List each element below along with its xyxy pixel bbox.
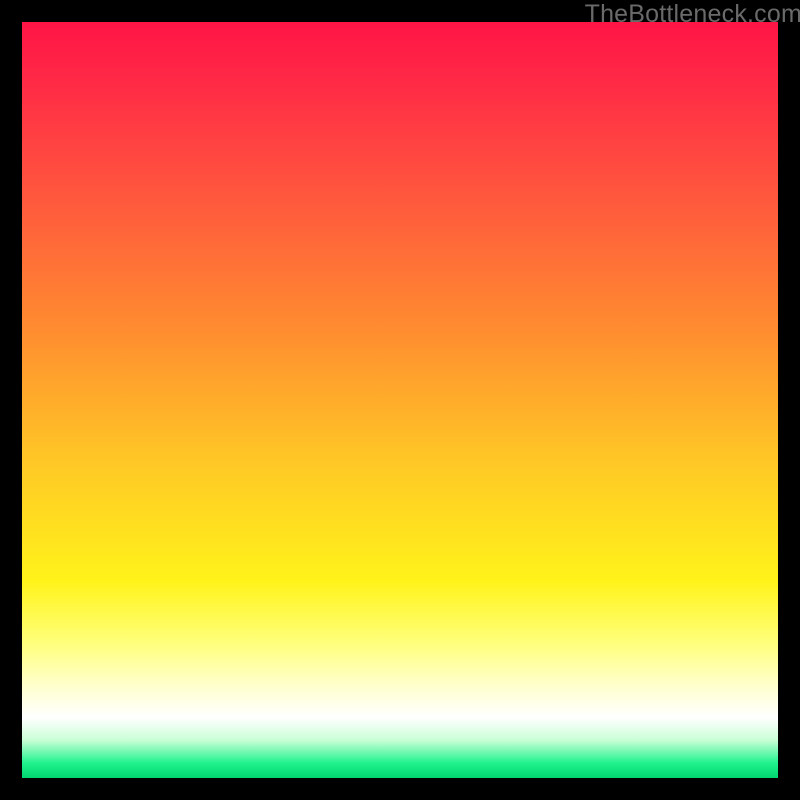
watermark-text: TheBottleneck.com xyxy=(585,0,800,29)
chart-background-gradient xyxy=(22,22,778,778)
chart-frame xyxy=(22,22,778,778)
chart-plot-area xyxy=(22,22,778,778)
